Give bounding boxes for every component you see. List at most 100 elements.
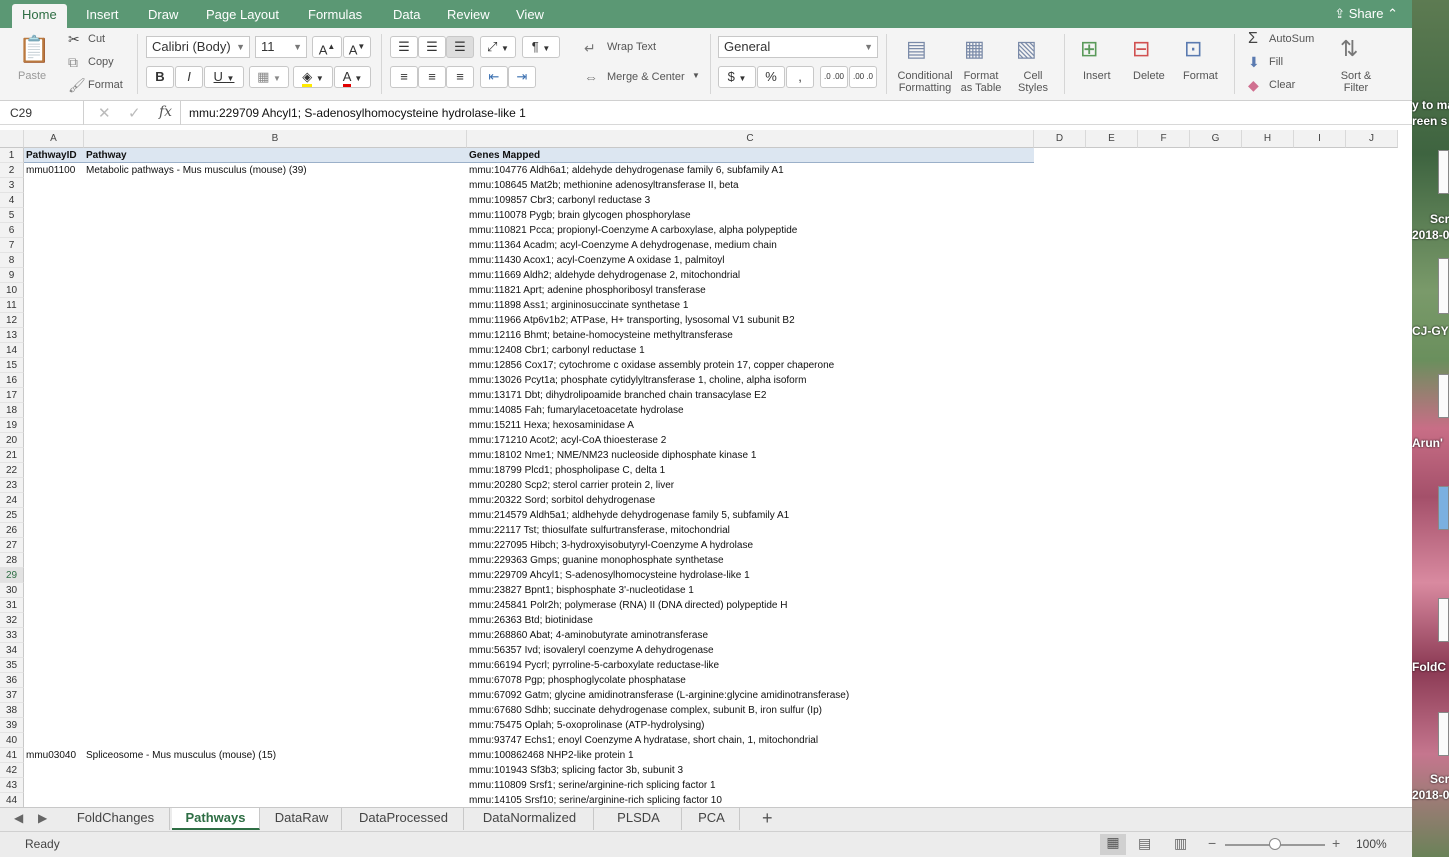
genes-mapped-cell[interactable]: mmu:11364 Acadm; acyl-Coenzyme A dehydro… — [467, 238, 1034, 253]
pathway-id-cell[interactable] — [24, 463, 84, 478]
genes-mapped-cell[interactable]: mmu:14085 Fah; fumarylacetoacetate hydro… — [467, 403, 1034, 418]
row-header[interactable]: 24 — [0, 493, 24, 508]
normal-view-icon[interactable]: ▦ — [1100, 834, 1126, 855]
conditional-formatting-button[interactable]: Conditional Formatting — [896, 70, 954, 94]
genes-mapped-cell[interactable]: mmu:110809 Srsf1; serine/arginine-rich s… — [467, 778, 1034, 793]
pathway-id-cell[interactable] — [24, 598, 84, 613]
genes-mapped-cell[interactable]: mmu:20280 Scp2; sterol carrier protein 2… — [467, 478, 1034, 493]
pathway-name-cell[interactable] — [84, 538, 467, 553]
font-size-select[interactable]: 11 ▼ — [255, 36, 307, 58]
text-direction-button[interactable]: ¶ ▼ — [522, 36, 560, 58]
pathway-name-cell[interactable] — [84, 478, 467, 493]
pathway-id-cell[interactable] — [24, 508, 84, 523]
pathway-id-cell[interactable] — [24, 688, 84, 703]
genes-mapped-cell[interactable]: mmu:108645 Mat2b; methionine adenosyltra… — [467, 178, 1034, 193]
tab-data[interactable]: Data — [383, 4, 430, 28]
chevron-down-icon[interactable]: ▼ — [692, 71, 700, 80]
scroll-right-icon[interactable]: ▶ — [38, 811, 47, 825]
pathway-id-cell[interactable] — [24, 313, 84, 328]
pathway-name-cell[interactable] — [84, 793, 467, 807]
align-middle-button[interactable]: ☰ — [418, 36, 446, 58]
pathway-name-cell[interactable] — [84, 178, 467, 193]
genes-mapped-cell[interactable]: mmu:14105 Srsf10; serine/arginine-rich s… — [467, 793, 1034, 807]
genes-mapped-cell[interactable]: mmu:75475 Oplah; 5-oxoprolinase (ATP-hyd… — [467, 718, 1034, 733]
genes-mapped-cell[interactable]: mmu:110821 Pcca; propionyl-Coenzyme A ca… — [467, 223, 1034, 238]
row-header[interactable]: 18 — [0, 403, 24, 418]
row-header[interactable]: 16 — [0, 373, 24, 388]
header-cell-pathway[interactable]: Pathway — [84, 148, 467, 163]
pathway-name-cell[interactable] — [84, 238, 467, 253]
desktop-file-icon[interactable] — [1438, 486, 1449, 530]
header-cell-pathwayid[interactable]: PathwayID — [24, 148, 84, 163]
pathway-name-cell[interactable] — [84, 493, 467, 508]
align-bottom-button[interactable]: ☰ — [446, 36, 474, 58]
pathway-id-cell[interactable] — [24, 178, 84, 193]
paste-button[interactable]: Paste — [18, 70, 46, 82]
genes-mapped-cell[interactable]: mmu:110078 Pygb; brain glycogen phosphor… — [467, 208, 1034, 223]
row-header[interactable]: 37 — [0, 688, 24, 703]
pathway-id-cell[interactable] — [24, 328, 84, 343]
sort-filter-button[interactable]: Sort & Filter — [1336, 70, 1376, 94]
pathway-id-cell[interactable] — [24, 283, 84, 298]
format-as-table-button[interactable]: Format as Table — [958, 70, 1004, 94]
fill-color-button[interactable]: ◈ ▼ — [293, 66, 333, 88]
column-header[interactable]: A — [24, 130, 84, 148]
pathway-name-cell[interactable] — [84, 598, 467, 613]
pathway-name-cell[interactable] — [84, 508, 467, 523]
pathway-name-cell[interactable] — [84, 193, 467, 208]
fill-button[interactable]: Fill — [1269, 56, 1283, 68]
sheet-tab-dataraw[interactable]: DataRaw — [262, 808, 342, 830]
desktop-file-icon[interactable] — [1438, 712, 1449, 756]
row-header[interactable]: 41 — [0, 748, 24, 763]
name-box[interactable]: C29 — [0, 101, 84, 125]
pathway-name-cell[interactable] — [84, 658, 467, 673]
bold-button[interactable]: B — [146, 66, 174, 88]
page-layout-view-icon[interactable]: ▤ — [1138, 835, 1151, 852]
pathway-name-cell[interactable] — [84, 628, 467, 643]
row-header[interactable]: 13 — [0, 328, 24, 343]
genes-mapped-cell[interactable]: mmu:13026 Pcyt1a; phosphate cytidylyltra… — [467, 373, 1034, 388]
currency-button[interactable]: $ ▼ — [718, 66, 756, 88]
row-header[interactable]: 25 — [0, 508, 24, 523]
genes-mapped-cell[interactable]: mmu:109857 Cbr3; carbonyl reductase 3 — [467, 193, 1034, 208]
page-break-view-icon[interactable]: ▥ — [1174, 835, 1187, 852]
pathway-name-cell[interactable] — [84, 613, 467, 628]
align-center-button[interactable]: ≡ — [418, 66, 446, 88]
pathway-id-cell[interactable] — [24, 553, 84, 568]
pathway-id-cell[interactable] — [24, 358, 84, 373]
select-all-corner[interactable] — [0, 130, 24, 148]
font-color-button[interactable]: A ▼ — [334, 66, 371, 88]
pathway-name-cell[interactable] — [84, 373, 467, 388]
row-header[interactable]: 22 — [0, 463, 24, 478]
cut-button[interactable]: Cut — [88, 33, 105, 45]
pathway-name-cell[interactable] — [84, 418, 467, 433]
row-header[interactable]: 20 — [0, 433, 24, 448]
pathway-name-cell[interactable] — [84, 253, 467, 268]
row-header[interactable]: 30 — [0, 583, 24, 598]
pathway-name-cell[interactable] — [84, 643, 467, 658]
pathway-name-cell[interactable] — [84, 733, 467, 748]
align-left-button[interactable]: ≡ — [390, 66, 418, 88]
sheet-tab-pca[interactable]: PCA — [684, 808, 740, 830]
genes-mapped-cell[interactable]: mmu:93747 Echs1; enoyl Coenzyme A hydrat… — [467, 733, 1034, 748]
pathway-id-cell[interactable] — [24, 223, 84, 238]
pathway-id-cell[interactable] — [24, 373, 84, 388]
row-header[interactable]: 43 — [0, 778, 24, 793]
row-header[interactable]: 44 — [0, 793, 24, 807]
pathway-id-cell[interactable]: mmu03040 — [24, 748, 84, 763]
decrease-decimal-button[interactable]: .00 .0 — [849, 66, 877, 88]
row-header[interactable]: 31 — [0, 598, 24, 613]
row-header[interactable]: 5 — [0, 208, 24, 223]
pathway-name-cell[interactable] — [84, 718, 467, 733]
pathway-name-cell[interactable] — [84, 208, 467, 223]
pathway-id-cell[interactable] — [24, 478, 84, 493]
column-header[interactable]: B — [84, 130, 467, 148]
insert-cells-button[interactable]: Insert — [1083, 70, 1111, 82]
zoom-out-icon[interactable]: − — [1208, 835, 1216, 851]
format-cells-button[interactable]: Format — [1183, 70, 1218, 82]
clear-button[interactable]: Clear — [1269, 79, 1295, 91]
format-painter-button[interactable]: Format — [88, 79, 123, 91]
pathway-name-cell[interactable] — [84, 583, 467, 598]
row-header[interactable]: 40 — [0, 733, 24, 748]
add-sheet-icon[interactable]: + — [762, 808, 773, 829]
